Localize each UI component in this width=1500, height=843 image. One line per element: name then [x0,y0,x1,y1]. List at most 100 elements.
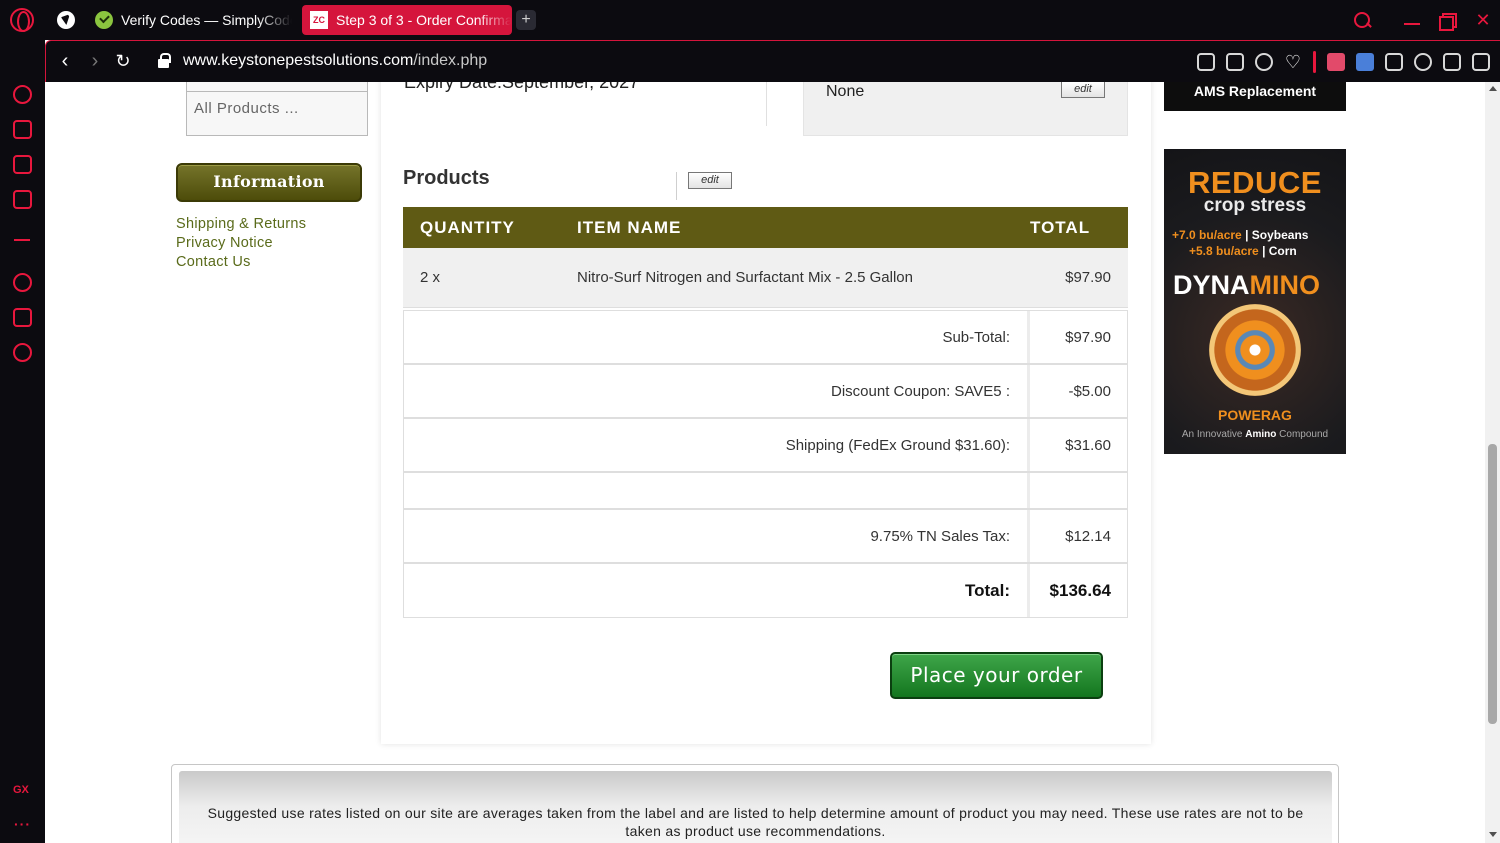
url-field[interactable]: www.keystonepestsolutions.com/index.php [183,52,487,70]
scroll-up-icon[interactable] [1489,86,1497,91]
categories-box: New Products ... All Products ... [186,82,368,136]
sidebar-settings-icon[interactable] [13,343,32,362]
close-icon[interactable]: ✕ [1472,9,1494,31]
place-order-button[interactable]: Place your order [890,652,1103,699]
download-icon[interactable] [1443,53,1461,71]
tax-row: 9.75% TN Sales Tax: $12.14 [403,509,1128,563]
translate-icon[interactable] [1356,53,1374,71]
search-icon[interactable] [1351,9,1373,31]
toolbar-divider [1313,51,1316,73]
ad-subheadline: crop stress [1203,195,1307,216]
privacy-notice-link[interactable]: Privacy Notice [176,234,306,253]
ad-brand-part2: MINO [1249,270,1321,300]
cell-divider [1027,473,1030,508]
menu-icon[interactable] [1472,53,1490,71]
products-title: Products [403,167,490,189]
cell-divider [1027,311,1030,363]
item-name: Nitro-Surf Nitrogen and Surfactant Mix -… [577,269,913,286]
coupon-value: None [826,83,865,100]
shield-icon[interactable] [1255,53,1273,71]
globe-icon[interactable] [57,11,75,29]
opera-logo-icon[interactable] [10,8,34,32]
table-header-row: QUANTITY ITEM NAME TOTAL [403,207,1128,248]
sidebar-divider [14,239,30,241]
cell-divider [1027,365,1030,417]
starburst-logo-icon [1209,304,1301,396]
address-bar: ‹ › ↻ www.keystonepestsolutions.com/inde… [45,40,1500,82]
ad-stat-value: +7.0 [1172,228,1196,242]
grand-total-value: $136.64 [1049,580,1111,600]
heart-icon[interactable]: ♡ [1284,53,1302,71]
camera-icon[interactable] [1226,53,1244,71]
tab-title: Verify Codes — SimplyCodes [121,12,292,28]
ad-stat-crop: Soybeans [1251,228,1309,242]
tab-title: Step 3 of 3 - Order Confirmation [336,12,512,28]
ad-stat-soybeans: +7.0 bu/acre | Soybeans [1172,228,1309,242]
back-icon[interactable]: ‹ [55,51,75,71]
tab-order-confirmation[interactable]: ZC Step 3 of 3 - Order Confirmation [302,5,512,35]
item-quantity: 2 x [420,269,441,286]
usage-notice-inner: Suggested use rates listed on our site a… [179,771,1332,843]
empty-row [403,472,1128,509]
ams-replacement-ad[interactable]: AMS Replacement [1164,82,1346,111]
tab-verify-codes[interactable]: Verify Codes — SimplyCodes [87,5,292,35]
page-scrollbar[interactable] [1485,82,1500,843]
user-icon[interactable] [1414,53,1432,71]
sidebar-twitch-icon[interactable] [13,155,32,174]
cube-icon[interactable] [1385,53,1403,71]
subtotal-label: Sub-Total: [942,328,1010,346]
tagline-suffix: Compound [1279,429,1329,440]
reload-icon[interactable]: ↻ [113,51,133,71]
shipping-row: Shipping (FedEx Ground $31.60): $31.60 [403,418,1128,472]
header-item-name: ITEM NAME [577,218,682,237]
browser-titlebar: Verify Codes — SimplyCodes ZC Step 3 of … [0,0,1500,40]
discount-row: Discount Coupon: SAVE5 : -$5.00 [403,364,1128,418]
sidebar-messenger-icon[interactable] [13,190,32,209]
order-confirmation-card: Expiry Date:September, 2027 None edit Pr… [381,82,1151,744]
tagline-bold: Amino [1245,429,1277,440]
minimize-icon[interactable] [1401,9,1423,31]
gift-icon[interactable] [1327,53,1345,71]
subtotal-value: $97.90 [1065,328,1111,346]
subtotal-row: Sub-Total: $97.90 [403,310,1128,364]
header-quantity: QUANTITY [420,218,515,237]
discount-value: -$5.00 [1068,382,1111,400]
sidebar-speed-dial-icon[interactable] [13,85,32,104]
tagline-prefix: An Innovative [1181,429,1243,440]
category-link[interactable]: All Products ... [187,92,367,125]
edit-coupon-button[interactable]: edit [1061,82,1105,98]
url-domain: www.keystonepestsolutions.com [183,52,414,69]
url-path: /index.php [413,52,488,69]
category-link[interactable]: New Products ... [187,82,367,92]
scrollbar-thumb[interactable] [1488,444,1497,724]
sidebar-gx-label[interactable]: GX [13,784,29,796]
scroll-down-icon[interactable] [1489,832,1497,837]
forward-icon[interactable]: › [85,51,105,71]
card-expiry-date: Expiry Date:September, 2027 [404,82,640,92]
cell-divider [1027,419,1030,471]
page-viewport: New Products ... All Products ... Inform… [46,82,1485,843]
maximize-icon[interactable] [1437,9,1459,31]
sidebar-history-icon[interactable] [13,273,32,292]
coupon-section: None edit [803,82,1128,136]
dynamino-ad-banner[interactable]: REDUCE crop stress +7.0 bu/acre | Soybea… [1164,149,1346,454]
sidebar-more-icon[interactable]: ··· [14,816,31,832]
sidebar-cube-icon[interactable] [13,308,32,327]
contact-us-link[interactable]: Contact Us [176,253,306,272]
tax-label: 9.75% TN Sales Tax: [870,527,1010,545]
grand-total-row: Total: $136.64 [403,563,1128,618]
edit-products-button[interactable]: edit [688,172,732,189]
section-divider [676,172,677,200]
tax-value: $12.14 [1065,527,1111,545]
sidebar-bot-icon[interactable] [13,120,32,139]
toolbar-icons: ♡ [1197,51,1490,73]
shipping-returns-link[interactable]: Shipping & Returns [176,215,306,234]
ad-stat-crop: Corn [1268,244,1297,258]
powerag-logo: POWERAG [1218,407,1292,423]
usage-notice-text: Suggested use rates listed on our site a… [207,805,1304,839]
grand-total-label: Total: [964,580,1010,600]
snapshot-icon[interactable] [1197,53,1215,71]
ad-brand-part1: DYNA [1173,270,1250,300]
new-tab-button[interactable]: + [516,10,536,30]
lock-icon[interactable] [158,53,171,68]
